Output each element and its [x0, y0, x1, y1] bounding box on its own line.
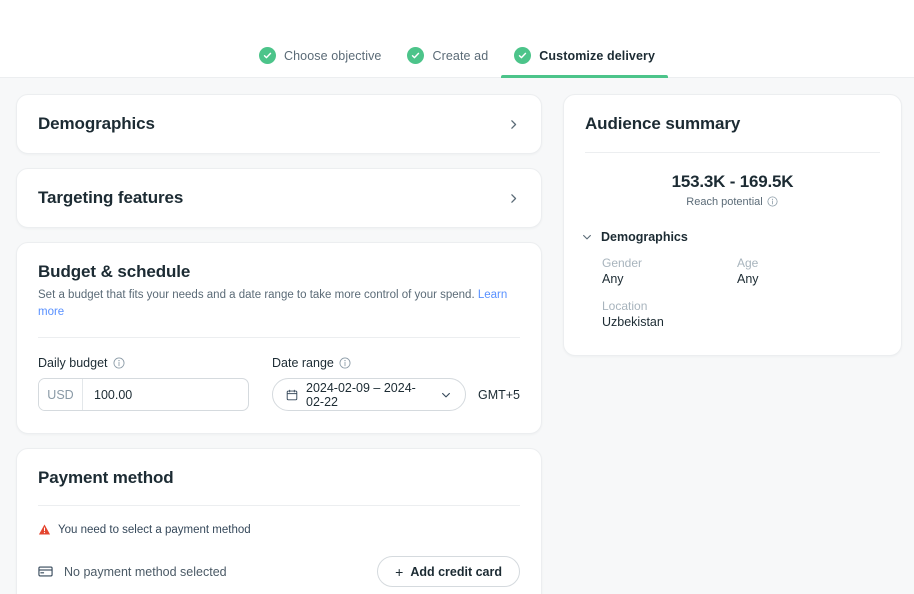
right-column: Audience summary 153.3K - 169.5K Reach p… [563, 94, 902, 356]
attribute-age: Age Any [737, 256, 880, 286]
chevron-right-icon [507, 192, 520, 205]
attribute-value: Any [737, 272, 759, 286]
daily-budget-input-group[interactable]: USD [38, 378, 249, 412]
field-label: Date range [272, 356, 334, 371]
reach-potential-value: 153.3K - 169.5K [671, 172, 794, 191]
daily-budget-input[interactable] [83, 379, 248, 411]
budget-schedule-description: Set a budget that fits your needs and a … [38, 287, 520, 320]
attribute-label: Location [602, 299, 648, 313]
payment-warning-text: You need to select a payment method [58, 523, 251, 536]
attribute-gender: Gender Any [602, 256, 737, 286]
audience-summary-card: Audience summary 153.3K - 169.5K Reach p… [563, 94, 902, 356]
payment-method-body: Payment method You need to select a paym… [17, 449, 541, 594]
daily-budget-field: Daily budget USD [38, 356, 249, 412]
divider [38, 337, 520, 339]
payment-method-card: Payment method You need to select a paym… [16, 448, 542, 594]
currency-prefix: USD [39, 379, 83, 411]
payment-status-text: No payment method selected [64, 564, 227, 579]
plus-icon: + [395, 563, 404, 580]
attribute-value: Any [602, 272, 624, 286]
credit-card-icon [38, 564, 53, 579]
payment-warning: You need to select a payment method [38, 523, 520, 536]
date-range-picker[interactable]: 2024-02-09 – 2024-02-22 [272, 378, 466, 412]
card-title: Targeting features [38, 188, 184, 207]
card-title: Budget & schedule [38, 262, 191, 281]
divider [38, 505, 520, 507]
check-circle-icon [258, 47, 276, 64]
attribute-label: Age [737, 256, 759, 270]
demographics-card[interactable]: Demographics [16, 94, 542, 154]
audience-summary-title: Audience summary [585, 114, 741, 133]
step-create-ad[interactable]: Create ad [394, 47, 501, 77]
description-text: Set a budget that fits your needs and a … [38, 289, 475, 301]
field-label: Daily budget [38, 356, 108, 371]
check-circle-icon [407, 47, 425, 64]
reach-potential-label: Reach potential [686, 196, 763, 208]
date-range-field: Date range 2024-02-09 – 2024-02-22 GMT+5 [272, 356, 520, 412]
card-title: Demographics [38, 114, 155, 133]
targeting-features-card[interactable]: Targeting features [16, 168, 542, 228]
demographics-card-header[interactable]: Demographics [17, 95, 541, 153]
reach-potential-label-row: Reach potential [580, 196, 885, 208]
chevron-right-icon [507, 118, 520, 131]
add-credit-card-button[interactable]: + Add credit card [377, 556, 520, 588]
info-icon[interactable] [339, 357, 351, 369]
reach-potential-block: 153.3K - 169.5K Reach potential [564, 153, 901, 208]
add-credit-card-label: Add credit card [410, 564, 502, 579]
summary-demographics-group-header[interactable]: Demographics [564, 208, 901, 244]
step-label: Customize delivery [539, 48, 656, 63]
timezone-label: GMT+5 [477, 387, 520, 402]
step-choose-objective[interactable]: Choose objective [246, 47, 395, 77]
stepper-header: Choose objective Create ad Customize del… [0, 0, 914, 78]
date-range-row: 2024-02-09 – 2024-02-22 GMT+5 [272, 378, 520, 412]
stepper: Choose objective Create ad Customize del… [246, 47, 668, 78]
step-customize-delivery[interactable]: Customize delivery [501, 47, 668, 78]
step-label: Create ad [432, 48, 489, 63]
daily-budget-label-row: Daily budget [38, 356, 249, 370]
warning-triangle-icon [38, 523, 51, 536]
targeting-features-card-header[interactable]: Targeting features [17, 169, 541, 227]
date-range-label-row: Date range [272, 356, 520, 370]
attribute-value: Uzbekistan [602, 315, 664, 329]
step-label: Choose objective [283, 48, 382, 63]
budget-schedule-body: Budget & schedule Set a budget that fits… [17, 243, 541, 433]
calendar-icon [286, 389, 298, 401]
info-icon[interactable] [767, 196, 779, 208]
attribute-label: Gender [602, 256, 643, 270]
budget-schedule-card: Budget & schedule Set a budget that fits… [16, 242, 542, 435]
payment-status: No payment method selected [38, 564, 227, 579]
chevron-down-icon [581, 231, 593, 243]
date-range-value: 2024-02-09 – 2024-02-22 [306, 380, 416, 409]
summary-attributes: Gender Any Age Any Location Uzbekistan [564, 244, 901, 355]
check-circle-icon [514, 47, 532, 64]
budget-fields: Daily budget USD Date ra [38, 356, 520, 412]
chevron-down-icon [440, 389, 452, 401]
attribute-location: Location Uzbekistan [602, 299, 880, 329]
info-icon[interactable] [113, 357, 125, 369]
payment-status-row: No payment method selected + Add credit … [38, 556, 520, 588]
page-body: Demographics Targeting features Budget &… [0, 78, 914, 594]
card-title: Payment method [38, 468, 174, 488]
left-column: Demographics Targeting features Budget &… [16, 94, 542, 594]
group-title: Demographics [601, 230, 688, 244]
